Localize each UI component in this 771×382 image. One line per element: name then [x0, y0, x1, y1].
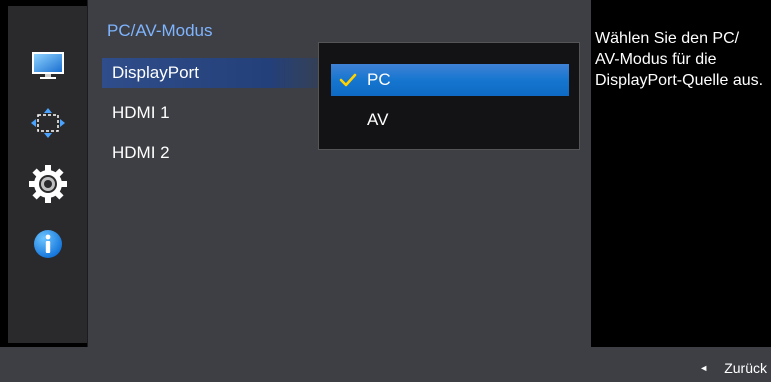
menu-item-displayport[interactable]: DisplayPort [102, 58, 342, 88]
back-button[interactable]: ◄ Zurück [699, 360, 767, 376]
description-panel: Wählen Sie den PC/ AV-Modus für die Disp… [591, 0, 771, 347]
category-sidebar [8, 6, 88, 343]
back-label: Zurück [724, 360, 767, 376]
option-pc[interactable]: PC [331, 64, 569, 96]
option-pc-label: PC [367, 70, 391, 89]
menu-item-hdmi1[interactable]: HDMI 1 [102, 98, 342, 128]
menu-item-hdmi2[interactable]: HDMI 2 [102, 138, 342, 168]
screen-size-icon[interactable] [28, 103, 68, 143]
back-arrow-icon: ◄ [699, 363, 709, 373]
pc-av-options: PC AV [318, 42, 580, 150]
menu-title: PC/AV-Modus [107, 21, 213, 40]
description-text: Wählen Sie den PC/ AV-Modus für die Disp… [595, 30, 764, 89]
settings-icon[interactable] [28, 164, 68, 204]
option-av-label: AV [367, 110, 389, 129]
osd-menu: PC/AV-Modus DisplayPort HDMI 1 HDMI 2 PC… [0, 0, 771, 382]
checkmark-icon [337, 64, 359, 96]
picture-icon[interactable] [28, 46, 68, 86]
footer-bar: ◄ Zurück [0, 347, 771, 382]
option-av[interactable]: AV [331, 104, 569, 136]
info-icon[interactable] [28, 224, 68, 264]
